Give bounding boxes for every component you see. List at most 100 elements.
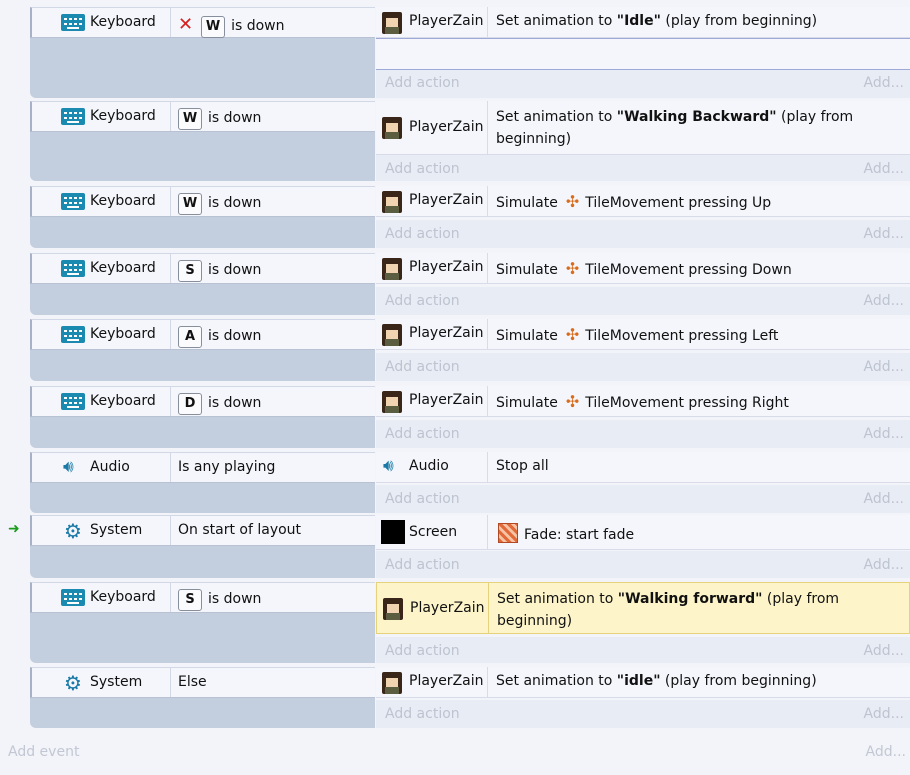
condition-text: is down (208, 110, 262, 126)
add-action-more[interactable]: Add... (864, 293, 904, 309)
add-action-more[interactable]: Add... (864, 226, 904, 242)
event-row[interactable]: Keyboard Wis down PlayerZain Simulate ✣ Ti… (0, 186, 910, 248)
add-action-row[interactable]: Add action Add... (376, 700, 910, 728)
add-event-link[interactable]: Add event (8, 744, 79, 760)
condition-text: is down (208, 262, 262, 278)
player-avatar-icon (383, 598, 403, 620)
add-action-row[interactable]: Add action Add... (376, 155, 910, 181)
trigger-arrow-icon: ➜ (8, 521, 20, 537)
action-text: Simulate ✣ TileMovement pressing Left (496, 325, 779, 344)
action-text: Set animation to "Walking Backward" (pla… (496, 109, 854, 147)
event-row[interactable]: ➜ ⚙ System On start of layout Screen Fad… (0, 515, 910, 578)
key-badge: S (178, 260, 202, 282)
add-action-link[interactable]: Add action (385, 359, 460, 375)
action-object-name: PlayerZain (409, 673, 484, 689)
action[interactable]: PlayerZain Simulate ✣ TileMovement pressin… (376, 186, 910, 217)
keyboard-icon (61, 589, 85, 606)
action[interactable]: PlayerZain Set animation to "Walking for… (376, 582, 910, 634)
gear-icon: ⚙ (64, 519, 82, 543)
key-badge: S (178, 589, 202, 611)
add-action-row[interactable]: Add action Add... (376, 220, 910, 248)
tile-movement-icon: ✣ (565, 259, 580, 278)
event-row[interactable]: Keyboard Dis down PlayerZain Simulate ✣ Ti… (0, 386, 910, 448)
add-action-link[interactable]: Add action (385, 706, 460, 722)
event-row[interactable]: Keyboard Wis down PlayerZain Set animati… (0, 101, 910, 181)
gear-icon: ⚙ (64, 671, 82, 695)
action-text: Stop all (496, 458, 549, 474)
action[interactable]: PlayerZain Simulate ✣ TileMovement pressin… (376, 319, 910, 350)
add-action-link[interactable]: Add action (385, 426, 460, 442)
add-action-row[interactable]: Add action Add... (376, 287, 910, 315)
add-action-link[interactable]: Add action (385, 293, 460, 309)
action-text: Simulate ✣ TileMovement pressing Up (496, 192, 772, 211)
condition-object-name: System (90, 674, 143, 690)
event-row[interactable]: Keyboard ✕ Wis down PlayerZain Set animat… (0, 7, 910, 98)
condition[interactable]: Keyboard Sis down (30, 582, 375, 613)
action[interactable]: PlayerZain Set animation to "Walking Bac… (376, 101, 910, 155)
add-action-row[interactable]: Add action Add... (376, 637, 910, 663)
action[interactable]: PlayerZain Simulate ✣ TileMovement pressin… (376, 253, 910, 284)
key-badge: W (178, 193, 202, 215)
condition[interactable]: 🔊︎ Audio Is any playing (30, 452, 375, 483)
add-action-more[interactable]: Add... (864, 161, 904, 177)
add-action-row[interactable]: Add action Add... (376, 69, 910, 98)
event-row[interactable]: Keyboard Ais down PlayerZain Simulate ✣ Ti… (0, 319, 910, 381)
tile-movement-icon: ✣ (565, 192, 580, 211)
add-action-link[interactable]: Add action (385, 643, 460, 659)
add-action-more[interactable]: Add... (864, 491, 904, 507)
action-text: Set animation to "Walking forward" (play… (497, 591, 840, 629)
condition[interactable]: ⚙ System Else (30, 667, 375, 698)
add-action-more[interactable]: Add... (864, 75, 904, 91)
add-event-more[interactable]: Add... (866, 744, 906, 760)
condition-text: is down (208, 395, 262, 411)
key-badge: A (178, 326, 202, 348)
action[interactable]: PlayerZain Simulate ✣ TileMovement pressin… (376, 386, 910, 417)
condition-object-name: Keyboard (90, 14, 156, 30)
action[interactable]: Screen Fade: start fade (376, 515, 910, 550)
condition[interactable]: Keyboard ✕ Wis down (30, 7, 375, 38)
condition-object-name: Keyboard (90, 193, 156, 209)
condition[interactable]: Keyboard Dis down (30, 386, 375, 417)
add-action-link[interactable]: Add action (385, 75, 460, 91)
add-action-row[interactable]: Add action Add... (376, 353, 910, 381)
tile-movement-icon: ✣ (565, 392, 580, 411)
add-action-more[interactable]: Add... (864, 426, 904, 442)
event-row[interactable]: Keyboard Sis down PlayerZain Simulate ✣ Ti… (0, 253, 910, 315)
add-action-row[interactable]: Add action Add... (376, 420, 910, 448)
player-avatar-icon (382, 391, 402, 413)
condition-text: Else (178, 674, 207, 690)
player-avatar-icon (382, 672, 402, 694)
action-text: Fade: start fade (498, 523, 634, 543)
add-action-link[interactable]: Add action (385, 557, 460, 573)
add-action-link[interactable]: Add action (385, 491, 460, 507)
fade-icon (498, 523, 518, 543)
condition-object-name: Keyboard (90, 589, 156, 605)
add-action-more[interactable]: Add... (864, 557, 904, 573)
add-action-more[interactable]: Add... (864, 706, 904, 722)
condition[interactable]: Keyboard Ais down (30, 319, 375, 350)
event-row[interactable]: Keyboard Sis down PlayerZain Set animati… (0, 582, 910, 663)
add-action-row[interactable]: Add action Add... (376, 551, 910, 578)
action[interactable]: PlayerZain Set animation to "idle" (play… (376, 667, 910, 698)
player-avatar-icon (382, 12, 402, 34)
player-avatar-icon (382, 191, 402, 213)
event-row[interactable]: ⚙ System Else PlayerZain Set animation t… (0, 667, 910, 728)
condition[interactable]: ⚙ System On start of layout (30, 515, 375, 546)
add-action-link[interactable]: Add action (385, 161, 460, 177)
add-action-more[interactable]: Add... (864, 359, 904, 375)
keyboard-icon (61, 326, 85, 343)
event-row[interactable]: 🔊︎ Audio Is any playing 🔊︎ Audio Stop al… (0, 452, 910, 513)
action[interactable]: 🔊︎ Audio Stop all (376, 452, 910, 483)
condition[interactable]: Keyboard Sis down (30, 253, 375, 284)
keyboard-icon (61, 108, 85, 125)
action-object-name: PlayerZain (409, 13, 484, 29)
add-action-link[interactable]: Add action (385, 226, 460, 242)
action[interactable]: PlayerZain Set animation to "Idle" (play… (376, 7, 910, 38)
condition[interactable]: Keyboard Wis down (30, 186, 375, 217)
condition[interactable]: Keyboard Wis down (30, 101, 375, 132)
condition-object-name: System (90, 522, 143, 538)
condition-object-name: Keyboard (90, 393, 156, 409)
add-action-row[interactable]: Add action Add... (376, 485, 910, 513)
action-object-name: Screen (409, 524, 458, 540)
add-action-more[interactable]: Add... (864, 643, 904, 659)
